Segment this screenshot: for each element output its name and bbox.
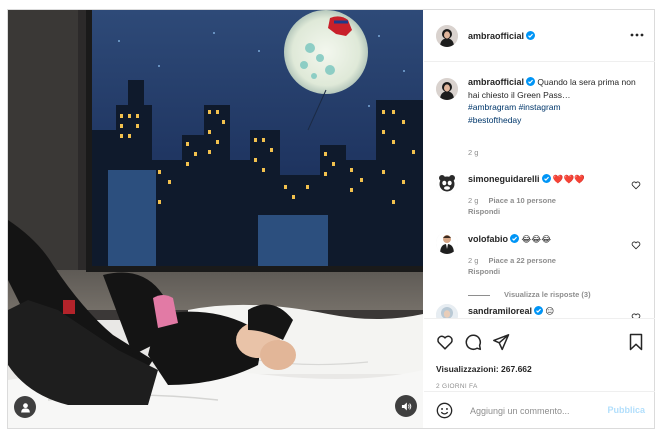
audio-toggle-button[interactable] (395, 395, 417, 417)
comment-meta: 2 g Piace a 10 persone (468, 196, 556, 205)
commenter-avatar[interactable] (436, 232, 458, 254)
verified-badge-icon (534, 306, 544, 315)
share-icon[interactable] (492, 333, 510, 351)
instagram-post-modal: ambraofficial ambraofficial Quando la se… (7, 9, 655, 429)
comment-content: sandramiloreal 😑 (468, 306, 554, 317)
author-avatar[interactable] (436, 25, 458, 47)
post-date[interactable]: 2 GIORNI FA (436, 383, 478, 390)
post-header: ambraofficial (424, 10, 655, 62)
hashtag-link[interactable]: #bestoftheday (468, 115, 521, 125)
replies-divider (468, 294, 490, 296)
commenter-username[interactable]: sandramiloreal (468, 306, 532, 316)
comment-content: simoneguidarelli ❤️❤️❤️ (468, 174, 585, 185)
author-avatar-image (436, 25, 458, 47)
commenter-avatar[interactable] (436, 304, 458, 318)
view-replies-label: Visualizza le risposte (3) (504, 290, 591, 299)
comment-meta: 2 g Piace a 22 persone (468, 256, 556, 265)
comment-body: 😂😂😂 (521, 234, 552, 244)
video-frame-image (8, 10, 423, 428)
comment-icon[interactable] (464, 333, 482, 351)
reply-button-label: Rispondi (468, 207, 501, 216)
comment-time[interactable]: 2 g (468, 256, 478, 265)
caption-username[interactable]: ambraofficial (468, 77, 524, 87)
comment-body: 😑 (545, 306, 555, 316)
view-count[interactable]: Visualizzazioni: 267.662 (436, 364, 532, 374)
caption-author-avatar[interactable] (436, 78, 458, 100)
commenter-avatar-image (436, 304, 458, 318)
more-horizontal-icon (630, 33, 644, 37)
reply-button[interactable]: Rispondi (468, 207, 500, 216)
user-tag-icon (20, 402, 30, 413)
post-video[interactable] (8, 10, 423, 428)
user-tag-button[interactable] (14, 396, 36, 418)
verified-badge-icon (510, 234, 519, 243)
commenter-username[interactable]: volofabio (468, 234, 508, 244)
comment-time[interactable]: 2 g (468, 196, 478, 205)
caption-avatar-image (436, 78, 458, 100)
more-options-button[interactable] (629, 29, 645, 41)
speaker-icon (401, 402, 411, 410)
hashtag-link[interactable]: #ambragram (468, 102, 516, 112)
commenter-avatar[interactable] (436, 172, 458, 194)
commenter-avatar-image (436, 172, 458, 194)
verified-badge-icon (526, 77, 536, 86)
reply-button[interactable]: Rispondi (468, 267, 500, 276)
bookmark-icon[interactable] (627, 333, 645, 351)
verified-badge-icon (526, 31, 536, 40)
publish-button[interactable]: Pubblica (607, 405, 645, 415)
comment-like-heart-icon[interactable] (631, 240, 641, 250)
comment-input[interactable] (470, 401, 600, 420)
reply-button-label: Rispondi (468, 267, 501, 276)
comment-content: volofabio 😂😂😂 (468, 234, 551, 245)
comments-list[interactable]: ambraofficial Quando la sera prima non h… (424, 62, 655, 318)
caption-time[interactable]: 2 g (468, 148, 478, 157)
hashtag-link[interactable]: #instagram (519, 102, 561, 112)
commenter-avatar-image (436, 232, 458, 254)
emoji-icon[interactable] (436, 402, 453, 419)
post-actions: Visualizzazioni: 267.662 2 GIORNI FA (424, 318, 655, 400)
comment-likes[interactable]: Piace a 10 persone (488, 196, 556, 205)
heart-icon[interactable] (436, 333, 454, 351)
comment-likes[interactable]: Piace a 22 persone (488, 256, 556, 265)
post-caption: ambraofficial Quando la sera prima non h… (468, 76, 646, 126)
author-username[interactable]: ambraofficial (468, 31, 536, 41)
verified-badge-icon (541, 174, 551, 183)
comment-like-heart-icon[interactable] (631, 180, 641, 190)
commenter-username[interactable]: simoneguidarelli (468, 174, 540, 184)
comment-body: ❤️❤️❤️ (552, 174, 585, 184)
view-replies-button[interactable]: Visualizza le risposte (3) (468, 290, 591, 299)
post-side-panel: ambraofficial ambraofficial Quando la se… (424, 10, 655, 428)
add-comment-bar: Pubblica (424, 391, 655, 428)
